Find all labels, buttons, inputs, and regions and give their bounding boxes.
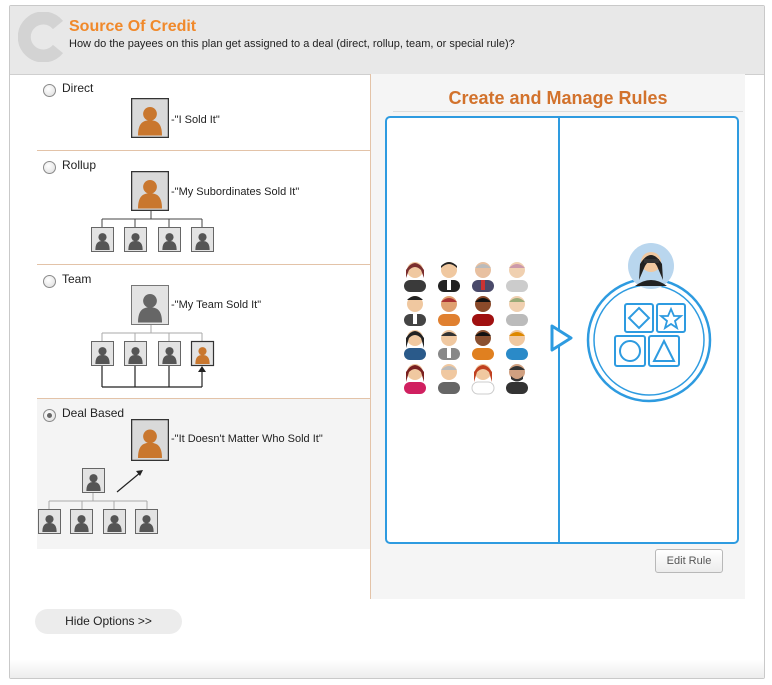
option-rollup[interactable]: Rollup -"My Subordinates Sold It" bbox=[37, 151, 370, 265]
page-title: Source Of Credit bbox=[69, 18, 197, 35]
option-label-team: Team bbox=[62, 272, 92, 286]
rules-title: Create and Manage Rules bbox=[448, 88, 668, 108]
option-label-rollup: Rollup bbox=[62, 158, 97, 172]
logo-icon bbox=[18, 12, 64, 62]
rules-panel: Create and Manage Rules Edit Rule bbox=[370, 74, 745, 599]
deal-owner-avatar-icon bbox=[131, 419, 169, 461]
rule-shapes-icon bbox=[586, 243, 712, 403]
team-lead-avatar-icon bbox=[131, 285, 169, 325]
option-direct[interactable]: Direct -"I Sold It" bbox=[37, 74, 370, 151]
option-quote-team: -"My Team Sold It" bbox=[171, 299, 262, 311]
option-quote-deal-based: -"It Doesn't Matter Who Sold It" bbox=[171, 433, 323, 445]
rules-illustration-graphic bbox=[404, 118, 712, 542]
radio-team[interactable] bbox=[43, 275, 56, 288]
people-grid-icon bbox=[404, 262, 528, 395]
radio-direct[interactable] bbox=[43, 84, 56, 97]
option-deal-based[interactable]: Deal Based -"It Doesn't Matter Who Sold … bbox=[37, 399, 370, 549]
hide-options-button[interactable]: Hide Options >> bbox=[35, 609, 182, 634]
option-label-direct: Direct bbox=[62, 81, 94, 95]
edit-rule-button[interactable]: Edit Rule bbox=[655, 549, 723, 573]
page-subtitle: How do the payees on this plan get assig… bbox=[69, 38, 515, 50]
option-quote-direct: -"I Sold It" bbox=[171, 114, 220, 126]
manager-avatar-icon bbox=[131, 171, 169, 211]
deal-tree-icon bbox=[38, 468, 158, 534]
arrow-right-icon bbox=[550, 324, 573, 352]
team-tree-icon bbox=[91, 325, 215, 388]
dialog-header: Source Of Credit How do the payees on th… bbox=[10, 6, 764, 75]
seller-avatar-icon bbox=[131, 98, 169, 138]
subordinates-tree-icon bbox=[91, 211, 214, 252]
radio-deal-based[interactable] bbox=[43, 409, 56, 422]
rules-divider bbox=[393, 111, 743, 112]
option-label-deal-based: Deal Based bbox=[62, 406, 125, 420]
credit-options: Direct -"I Sold It" Rollup -"My Subordin… bbox=[37, 74, 370, 549]
rules-illustration bbox=[385, 116, 739, 544]
radio-rollup[interactable] bbox=[43, 161, 56, 174]
option-team[interactable]: Team -"My Team Sold It" bbox=[37, 265, 370, 399]
option-quote-rollup: -"My Subordinates Sold It" bbox=[171, 186, 300, 198]
footer-band bbox=[10, 660, 764, 678]
